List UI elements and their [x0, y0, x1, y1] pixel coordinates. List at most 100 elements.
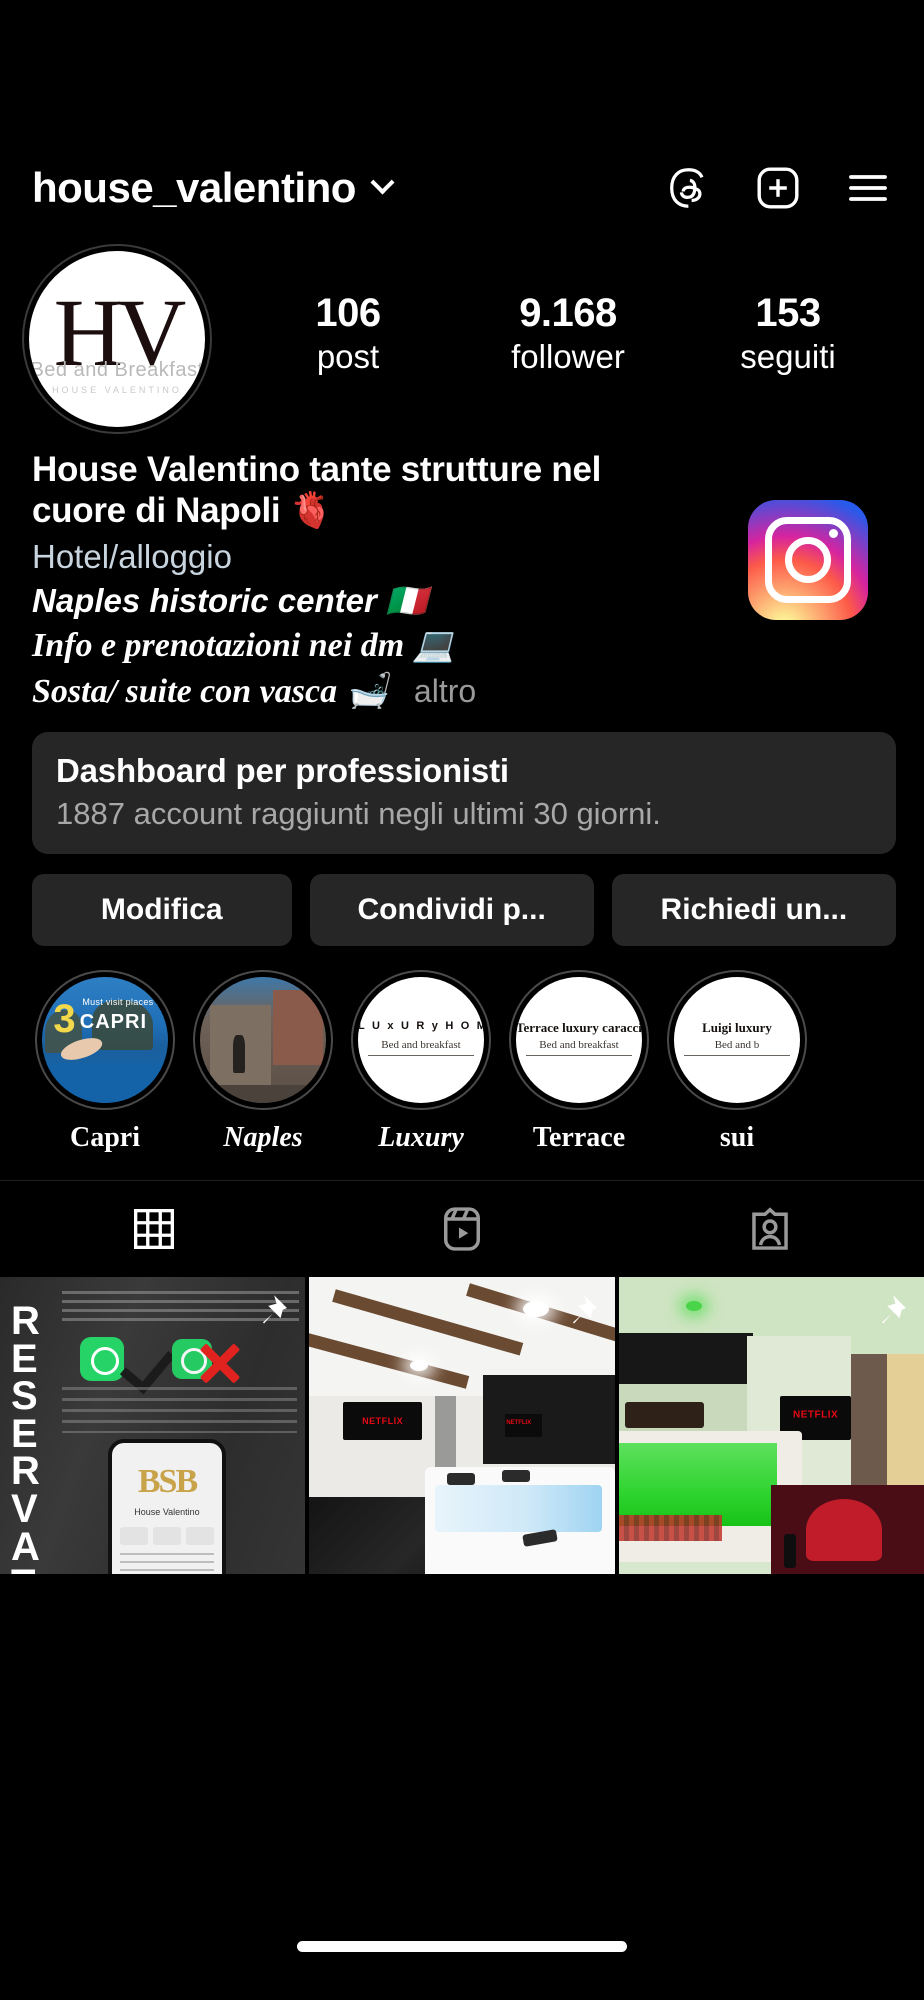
capri-sea-shape: [42, 1062, 168, 1103]
flyer-vertical-text: RESERVATIO: [11, 1298, 41, 1574]
highlight-ring: 3 Must visit places in CAPRI: [35, 969, 175, 1110]
flyer-body-text-block: [62, 1386, 298, 1433]
post-cell-white-jacuzzi[interactable]: NETFLIX NETFLIX: [309, 1276, 615, 1574]
stat-followers-label: follower: [511, 338, 625, 375]
phone-account-name: House Valentino: [134, 1506, 200, 1517]
phone-button-2: [153, 1526, 181, 1545]
header-username[interactable]: house_valentino: [32, 164, 356, 212]
edit-profile-button[interactable]: Modifica: [32, 873, 292, 946]
capri-cover-number: 3: [53, 997, 76, 1042]
post-grid: RESERVATIO BSB House Valentino: [0, 1276, 924, 1574]
stats-row: 106 post 9.168 follower 153 seguiti: [212, 244, 902, 377]
phone-button-1: [120, 1526, 148, 1545]
luxury-cover-subtitle: Bed and breakfast: [381, 1038, 461, 1051]
tab-tagged[interactable]: [616, 1181, 924, 1277]
capri-cover-caption: Must visit places in: [82, 997, 164, 1008]
instagram-logo-dot: [829, 529, 838, 538]
request-review-button[interactable]: Richiedi un...: [611, 873, 896, 946]
bio-section: House Valentino tante strutture nel cuor…: [0, 434, 924, 712]
champagne-bottle: [783, 1534, 796, 1569]
profile-tab-bar: [0, 1179, 924, 1277]
jacuzzi-water: [434, 1484, 603, 1533]
story-highlights-row[interactable]: 3 Must visit places in CAPRI Capri Naple…: [0, 946, 924, 1154]
highlight-ring: L U x U R y H O M E Bed and breakfast: [351, 969, 491, 1110]
highlight-label: Capri: [70, 1121, 140, 1153]
instagram-logo-lens: [785, 537, 831, 583]
status-bar: [0, 0, 924, 150]
stat-posts[interactable]: 106 post: [288, 292, 408, 377]
capri-cover-title: CAPRI: [79, 1010, 148, 1033]
profile-summary-row: HV Bed and Breakfast HOUSE VALENTINO 106…: [0, 226, 924, 434]
green-ceiling-light: [685, 1300, 702, 1311]
highlight-luxury[interactable]: L U x U R y H O M E Bed and breakfast Lu…: [342, 969, 500, 1154]
terrace-cover-subtitle: Bed and breakfast: [539, 1038, 619, 1051]
highlight-label: Luxury: [378, 1121, 464, 1153]
stat-posts-label: post: [316, 338, 380, 375]
chevron-down-icon[interactable]: [372, 174, 392, 194]
bio-more-link[interactable]: altro: [414, 673, 476, 709]
post-cell-reservation[interactable]: RESERVATIO BSB House Valentino: [0, 1276, 306, 1574]
threads-icon[interactable]: [660, 160, 716, 216]
avatar[interactable]: HV Bed and Breakfast HOUSE VALENTINO: [22, 244, 212, 434]
terrace-cover-rule: [526, 1055, 632, 1057]
stat-followers-count: 9.168: [519, 291, 617, 335]
highlight-label: Naples: [223, 1121, 303, 1153]
highlight-cover-suites: Luigi luxury Bed and b: [674, 976, 800, 1103]
pin-icon: [263, 1295, 288, 1324]
highlight-naples[interactable]: Naples: [184, 969, 342, 1154]
room-mirror: NETFLIX: [483, 1374, 615, 1465]
luxury-cover-title: L U x U R y H O M E: [358, 1019, 484, 1032]
stat-following[interactable]: 153 seguiti: [728, 292, 848, 377]
jacuzzi-pillow-1: [446, 1472, 475, 1485]
stat-followers[interactable]: 9.168 follower: [508, 292, 628, 377]
dashboard-title: Dashboard per professionisti: [56, 751, 509, 789]
netflix-logo-text: NETFLIX: [362, 1416, 404, 1426]
naples-building-shape: [273, 989, 324, 1066]
phone-text-lines: [120, 1552, 214, 1574]
suites-cover-title: Luigi luxury: [702, 1019, 772, 1035]
share-profile-button[interactable]: Condividi p...: [309, 873, 594, 946]
profile-header: house_valentino: [0, 150, 924, 226]
bio-title: House Valentino tante strutture nel cuor…: [32, 450, 602, 530]
highlight-suites[interactable]: Luigi luxury Bed and b sui: [658, 969, 816, 1154]
terrace-cover-title: Terrace luxury caracciolo: [516, 1019, 642, 1035]
phone-button-3: [186, 1526, 214, 1545]
highlight-cover-capri: 3 Must visit places in CAPRI: [42, 976, 168, 1103]
tab-reels[interactable]: [308, 1181, 616, 1277]
checkmark-icon: [119, 1336, 176, 1395]
bio-line-3: Sosta/ suite con vasca 🛁 altro: [32, 671, 900, 712]
professional-dashboard-card[interactable]: Dashboard per professionisti 1887 accoun…: [32, 731, 896, 854]
naples-figure-shape: [232, 1034, 246, 1073]
stat-posts-count: 106: [315, 291, 381, 335]
highlight-label: sui: [719, 1121, 755, 1153]
avatar-subtitle: Bed and Breakfast: [30, 359, 204, 381]
suites-cover-rule: [684, 1055, 790, 1057]
phone-logo-text: BSB: [137, 1462, 198, 1500]
highlight-capri[interactable]: 3 Must visit places in CAPRI Capri: [26, 969, 184, 1154]
bed-headboard: [624, 1401, 705, 1429]
room-curtain: [434, 1395, 456, 1473]
hamburger-menu-icon[interactable]: [840, 160, 896, 216]
jacuzzi-pillow-2: [501, 1469, 530, 1482]
home-indicator: [297, 1941, 627, 1952]
instagram-profile-screen: house_valentino HV Bed and Breakfast HOU…: [0, 0, 924, 2000]
post-cell-green-jacuzzi[interactable]: NETFLIX: [618, 1276, 924, 1574]
highlight-cover-naples: [200, 976, 326, 1103]
highlight-label: Terrace: [532, 1121, 626, 1153]
mirrored-tv: [504, 1414, 543, 1438]
ceiling-light-1: [523, 1300, 550, 1317]
stat-following-count: 153: [755, 291, 821, 335]
plus-square-icon[interactable]: [750, 160, 806, 216]
tab-grid[interactable]: [0, 1181, 308, 1277]
avatar-image: HV Bed and Breakfast HOUSE VALENTINO: [29, 251, 205, 427]
phone-mockup: BSB House Valentino: [108, 1438, 226, 1574]
bio-line-2: Info e prenotazioni nei dm 💻: [32, 627, 455, 665]
highlight-terrace[interactable]: Terrace luxury caracciolo Bed and breakf…: [500, 969, 658, 1154]
highlight-ring: Luigi luxury Bed and b: [667, 969, 807, 1110]
pin-icon: [881, 1295, 906, 1324]
mirrored-netflix-logo: NETFLIX: [506, 1419, 532, 1426]
highlight-cover-luxury: L U x U R y H O M E Bed and breakfast: [358, 976, 484, 1103]
avatar-subtitle-secondary: HOUSE VALENTINO: [52, 385, 182, 395]
stat-following-label: seguiti: [740, 338, 836, 375]
highlight-ring: [193, 969, 333, 1110]
